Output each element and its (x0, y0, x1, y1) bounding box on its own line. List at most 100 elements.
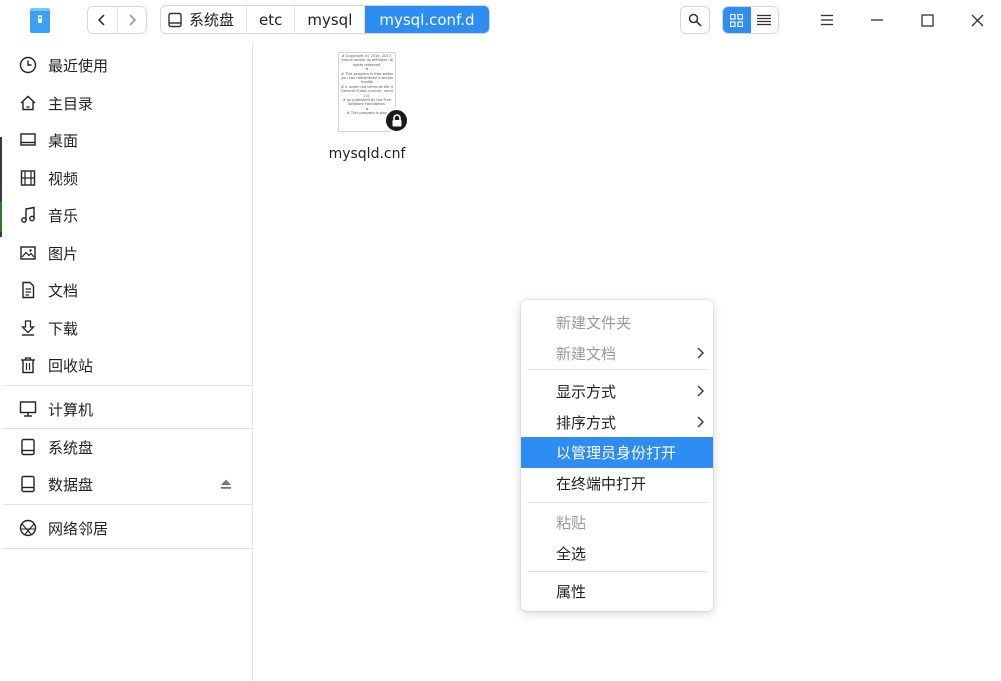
sidebar-item-videos[interactable]: 视频 (0, 160, 252, 196)
sidebar-item-pictures[interactable]: 图片 (0, 235, 252, 271)
network-icon (19, 519, 37, 537)
nav-buttons (87, 6, 147, 34)
icon-view-button[interactable] (723, 7, 751, 33)
sidebar-item-label: 计算机 (48, 400, 94, 419)
menu-item-label: 属性 (556, 583, 587, 601)
sidebar-item-downloads[interactable]: 下载 (0, 310, 252, 346)
sidebar: 最近使用 主目录 桌面 视频 音乐 图片 文档 下载 回收站 计算机 系统盘 数… (0, 42, 253, 681)
trash-icon (21, 357, 35, 374)
menu-item-new-folder[interactable]: 新建文件夹 (521, 307, 713, 338)
back-button[interactable] (88, 7, 117, 33)
file-manager-window: 系统盘 etc mysql mysql.conf.d 最近使用 主目录 桌面 视… (0, 0, 1001, 681)
lock-icon (392, 114, 401, 127)
sidebar-item-data-disk[interactable]: 数据盘 (0, 466, 252, 502)
minimize-button[interactable] (865, 8, 889, 32)
sidebar-item-trash[interactable]: 回收站 (0, 347, 252, 383)
sidebar-item-label: 桌面 (48, 131, 79, 150)
close-button[interactable] (965, 8, 989, 32)
maximize-button[interactable] (915, 8, 939, 32)
menu-item-label: 排序方式 (556, 414, 617, 432)
breadcrumb-label: etc (259, 10, 283, 29)
chevron-right-icon (697, 385, 704, 397)
menu-item-open-in-terminal[interactable]: 在终端中打开 (521, 468, 713, 499)
preview-line: General Public License, version (341, 89, 393, 94)
sidebar-item-label: 最近使用 (48, 56, 109, 75)
computer-icon (19, 401, 37, 417)
menu-item-sort-by[interactable]: 排序方式 (521, 407, 713, 438)
menu-item-properties[interactable]: 属性 (521, 576, 713, 607)
sidebar-item-label: 音乐 (48, 206, 79, 225)
picture-icon (20, 246, 36, 260)
hamburger-menu-icon (821, 14, 833, 26)
menu-item-label: 新建文档 (556, 345, 617, 363)
sidebar-divider (3, 385, 252, 386)
disk-icon (168, 12, 182, 27)
menu-item-label: 全选 (556, 545, 587, 563)
sidebar-item-label: 网络邻居 (48, 519, 109, 538)
context-menu: 新建文件夹 新建文档 显示方式 排序方式 以管理员身份打开 在终端中打开 粘贴 … (521, 300, 713, 611)
file-name: mysqld.cnf (328, 146, 406, 162)
sidebar-item-music[interactable]: 音乐 (0, 197, 252, 233)
sidebar-item-computer[interactable]: 计算机 (0, 391, 252, 427)
breadcrumb-label: 系统盘 (189, 11, 235, 29)
menu-item-display-mode[interactable]: 显示方式 (521, 376, 713, 407)
sidebar-item-label: 图片 (48, 244, 79, 263)
menu-item-label: 粘贴 (556, 514, 587, 532)
list-view-button[interactable] (751, 7, 779, 33)
music-note-icon (21, 206, 35, 223)
menu-item-paste[interactable]: 粘贴 (521, 507, 713, 538)
disk-icon (21, 475, 35, 493)
menu-item-label: 新建文件夹 (556, 314, 632, 332)
sidebar-item-label: 数据盘 (48, 475, 94, 494)
menu-item-label: 显示方式 (556, 383, 617, 401)
clock-icon (19, 56, 37, 74)
video-icon (20, 170, 36, 186)
menu-item-select-all[interactable]: 全选 (521, 538, 713, 569)
main-menu-button[interactable] (815, 8, 839, 32)
sidebar-item-recent[interactable]: 最近使用 (0, 47, 252, 83)
chevron-right-icon (129, 14, 137, 26)
sidebar-item-desktop[interactable]: 桌面 (0, 122, 252, 158)
view-mode-toggle (722, 6, 779, 34)
sidebar-item-documents[interactable]: 文档 (0, 272, 252, 308)
grid-icon (730, 13, 744, 27)
search-button[interactable] (680, 6, 710, 34)
sidebar-item-label: 主目录 (48, 94, 94, 113)
sidebar-item-label: 系统盘 (48, 438, 94, 457)
menu-item-open-as-admin[interactable]: 以管理员身份打开 (521, 437, 713, 468)
sidebar-item-network[interactable]: 网络邻居 (0, 510, 252, 546)
sidebar-item-home[interactable]: 主目录 (0, 85, 252, 121)
titlebar: 系统盘 etc mysql mysql.conf.d (0, 0, 1001, 42)
menu-item-label: 以管理员身份打开 (556, 444, 677, 462)
lock-badge (384, 108, 409, 133)
eject-icon[interactable] (220, 478, 232, 490)
chevron-left-icon (98, 14, 106, 26)
menu-divider (527, 571, 707, 572)
sidebar-item-label: 回收站 (48, 356, 94, 375)
file-manager-app-icon (29, 8, 51, 33)
breadcrumb-item-mysql-conf-d[interactable]: mysql.conf.d (365, 6, 489, 33)
chevron-right-icon (697, 416, 704, 428)
chevron-right-icon (697, 347, 704, 359)
breadcrumb-item-mysql[interactable]: mysql (295, 6, 366, 33)
close-icon (971, 14, 983, 26)
list-icon (757, 14, 772, 26)
document-icon (22, 281, 35, 299)
desktop-icon (20, 133, 36, 146)
disk-icon (21, 438, 35, 456)
sidebar-item-label: 文档 (48, 281, 79, 300)
download-icon (20, 320, 36, 336)
search-icon (688, 13, 702, 27)
menu-item-label: 在终端中打开 (556, 475, 647, 493)
breadcrumb-item-system-disk[interactable]: 系统盘 (161, 6, 248, 33)
sidebar-item-label: 视频 (48, 169, 79, 188)
sidebar-item-system-disk[interactable]: 系统盘 (0, 429, 252, 465)
sidebar-divider (3, 548, 252, 549)
forward-button[interactable] (116, 7, 146, 33)
menu-divider (527, 502, 707, 503)
breadcrumb-label: mysql (307, 10, 353, 29)
breadcrumb-item-etc[interactable]: etc (247, 6, 296, 33)
home-icon (20, 95, 36, 111)
menu-item-new-document[interactable]: 新建文档 (521, 338, 713, 369)
sidebar-item-label: 下载 (48, 319, 79, 338)
